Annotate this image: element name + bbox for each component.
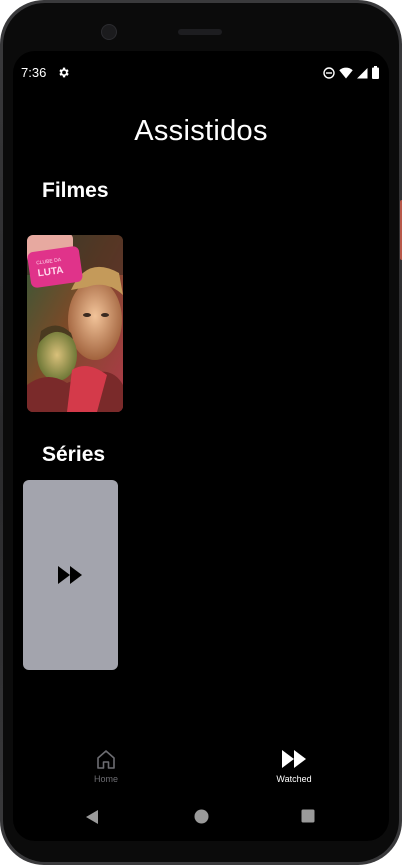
section-title-series: Séries: [42, 443, 106, 466]
nav-label-watched: Watched: [276, 774, 312, 784]
series-placeholder-card[interactable]: [23, 480, 118, 670]
signal-icon: [357, 67, 368, 78]
movie-poster-card[interactable]: LUTA CLUBE DA: [27, 235, 123, 412]
bottom-navigation: Home Watched: [13, 748, 389, 798]
wifi-icon: [339, 67, 353, 78]
system-navigation-bar: [13, 803, 389, 835]
fast-forward-icon: [58, 566, 82, 584]
battery-icon: [372, 66, 379, 79]
back-icon[interactable]: [85, 809, 99, 825]
nav-item-watched[interactable]: Watched: [254, 748, 334, 784]
movie-poster-image: LUTA CLUBE DA: [27, 235, 123, 412]
nav-item-home[interactable]: Home: [66, 748, 146, 784]
settings-icon: [59, 67, 69, 78]
fast-forward-icon: [282, 750, 306, 768]
home-icon: [97, 750, 115, 769]
recents-icon[interactable]: [301, 809, 315, 823]
nav-label-home: Home: [93, 774, 118, 784]
app-screen: 7:36 Assistidos Filmes LUTA CLUBE DA Sér…: [13, 51, 389, 841]
home-circle-icon[interactable]: [194, 809, 209, 824]
do-not-disturb-icon: [323, 66, 335, 79]
status-bar: 7:36: [13, 51, 389, 95]
page-title: Assistidos: [134, 115, 268, 147]
status-icons: [323, 66, 379, 79]
front-camera: [101, 24, 117, 40]
status-time: 7:36: [21, 65, 47, 80]
phone-frame: 7:36 Assistidos Filmes LUTA CLUBE DA Sér…: [0, 0, 402, 865]
section-title-movies: Filmes: [42, 179, 109, 202]
earpiece-speaker: [178, 29, 222, 35]
